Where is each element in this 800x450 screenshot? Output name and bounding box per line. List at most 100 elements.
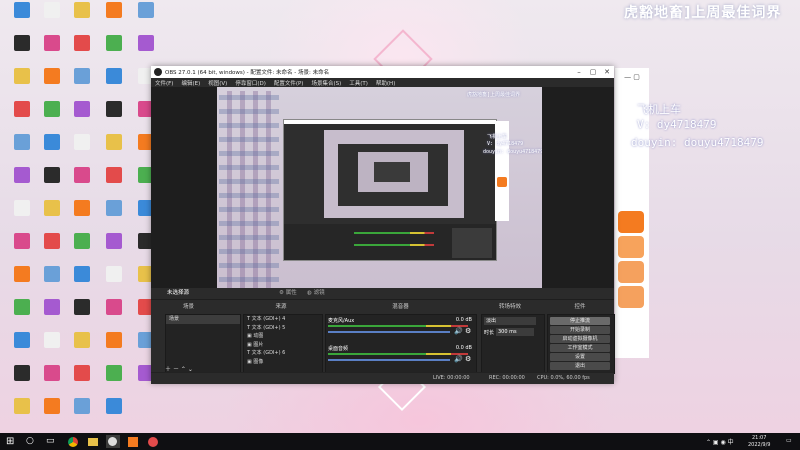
app-icon: [106, 35, 122, 51]
desktop-shortcut[interactable]: [96, 2, 132, 32]
desktop-shortcut[interactable]: [96, 233, 132, 263]
menu-tools[interactable]: 工具(T): [349, 79, 368, 87]
desktop-shortcut[interactable]: [96, 68, 132, 98]
overlay-line-2: V: dy4718479: [637, 118, 717, 131]
desktop-shortcut[interactable]: [96, 101, 132, 131]
menu-scene-collection[interactable]: 场景集合(S): [311, 79, 341, 87]
volume-slider[interactable]: [328, 359, 450, 361]
speaker-icon[interactable]: 🔊: [454, 327, 463, 335]
side-button[interactable]: [618, 286, 644, 308]
duration-input[interactable]: 300 ms: [496, 328, 534, 336]
virtual-camera-button[interactable]: 启动虚拟摄像机: [550, 335, 610, 343]
app-icon: [44, 134, 60, 150]
desktop-shortcut[interactable]: [128, 35, 164, 65]
clock-date[interactable]: 2022/9/9: [748, 442, 770, 448]
maximize-button[interactable]: ▢: [586, 68, 600, 76]
desktop-shortcut[interactable]: [64, 101, 100, 131]
tray-icons[interactable]: ⌃ ▣ ◉ 中: [706, 437, 734, 446]
app-icon: [44, 200, 60, 216]
volume-slider[interactable]: [328, 331, 450, 333]
source-item[interactable]: ▣ 动图: [244, 332, 322, 341]
search-icon[interactable]: ○: [26, 435, 40, 448]
source-item[interactable]: ▣ 图像: [244, 358, 322, 367]
start-button[interactable]: ⊞: [6, 435, 20, 448]
app-icon: [106, 299, 122, 315]
properties-button[interactable]: ⚙ 属性: [279, 288, 297, 299]
side-button-orange[interactable]: [618, 211, 644, 233]
app-icon: [14, 299, 30, 315]
desktop-shortcut[interactable]: [96, 167, 132, 197]
nested-overlay-line: 虎豁地畜]上周最佳词界: [467, 92, 521, 98]
gear-icon[interactable]: ⚙: [465, 355, 471, 363]
transitions-dock-header: 转场特效: [478, 302, 542, 313]
track-db: 0.0 dB: [455, 345, 472, 351]
app-icon: [138, 35, 154, 51]
desktop-shortcut[interactable]: [64, 365, 100, 395]
desktop-shortcut[interactable]: [128, 2, 164, 32]
chrome-icon[interactable]: [66, 435, 80, 448]
minimize-button[interactable]: –: [572, 68, 586, 76]
speaker-icon[interactable]: 🔊: [454, 355, 463, 363]
settings-button[interactable]: 设置: [550, 353, 610, 361]
menu-edit[interactable]: 编辑(E): [181, 79, 200, 87]
desktop-shortcut[interactable]: [96, 332, 132, 362]
obs-taskbar-icon[interactable]: [106, 435, 120, 448]
scene-item[interactable]: 场景: [166, 315, 240, 324]
desktop-shortcut[interactable]: [64, 167, 100, 197]
controls-dock-header: 控件: [546, 302, 614, 313]
side-button-home[interactable]: [618, 236, 644, 258]
desktop-shortcut[interactable]: [64, 299, 100, 329]
cpu-status: CPU: 0.0%, 60.00 fps: [537, 375, 590, 381]
app-icon: [14, 2, 30, 18]
desktop-shortcut[interactable]: [64, 332, 100, 362]
menu-docks[interactable]: 停靠窗口(D): [235, 79, 266, 87]
desktop-shortcut[interactable]: [64, 134, 100, 164]
notification-icon[interactable]: ▭: [786, 437, 792, 444]
desktop-shortcut[interactable]: [96, 299, 132, 329]
close-button[interactable]: ✕: [600, 68, 614, 76]
stop-streaming-button[interactable]: 停止推流: [550, 317, 610, 325]
obs-titlebar: OBS 27.0.1 (64 bit, windows) - 配置文件: 未命名…: [151, 66, 614, 78]
scenes-toolbar: ＋ － ⌃ ⌄: [165, 364, 239, 373]
menu-profile[interactable]: 配置文件(P): [274, 79, 304, 87]
desktop-shortcut[interactable]: [96, 200, 132, 230]
app-icon: [106, 134, 122, 150]
desktop-shortcut[interactable]: [96, 134, 132, 164]
start-recording-button[interactable]: 开始录制: [550, 326, 610, 334]
gear-icon[interactable]: ⚙: [465, 327, 471, 335]
menu-help[interactable]: 帮助(H): [376, 79, 395, 87]
desktop-shortcut[interactable]: [64, 233, 100, 263]
desktop-shortcut[interactable]: [96, 35, 132, 65]
menu-view[interactable]: 视图(V): [208, 79, 227, 87]
app-taskbar-icon[interactable]: [126, 435, 140, 448]
explorer-icon[interactable]: [86, 435, 100, 448]
desktop-shortcut[interactable]: [64, 2, 100, 32]
app-icon: [74, 266, 90, 282]
exit-button[interactable]: 退出: [550, 362, 610, 370]
desktop-shortcut[interactable]: [64, 398, 100, 428]
desktop-shortcut[interactable]: [96, 266, 132, 296]
task-view-icon[interactable]: ▭: [46, 435, 60, 448]
overlay-line-1: 飞机上车: [637, 103, 681, 116]
source-item[interactable]: ▣ 图片: [244, 341, 322, 350]
source-item[interactable]: T 文本 (GDI+) 5: [244, 324, 322, 333]
app-taskbar-icon[interactable]: [146, 435, 160, 448]
studio-mode-button[interactable]: 工作室模式: [550, 344, 610, 352]
side-button[interactable]: [618, 261, 644, 283]
properties-label: 属性: [285, 290, 297, 296]
desktop-shortcut[interactable]: [64, 35, 100, 65]
source-item[interactable]: T 文本 (GDI+) 4: [244, 315, 322, 324]
app-icon: [44, 233, 60, 249]
desktop-shortcut[interactable]: [64, 200, 100, 230]
desktop-shortcut[interactable]: [64, 266, 100, 296]
source-item[interactable]: T 文本 (GDI+) 6: [244, 349, 322, 358]
transition-select[interactable]: 淡出: [484, 317, 536, 325]
desktop-shortcut[interactable]: [96, 365, 132, 395]
clock-time[interactable]: 21:07: [752, 435, 766, 441]
menu-file[interactable]: 文件(F): [155, 79, 173, 87]
desktop-shortcut[interactable]: [96, 398, 132, 428]
filters-button[interactable]: ◍ 滤镜: [307, 288, 325, 299]
desktop-shortcut[interactable]: [64, 68, 100, 98]
track-name: 桌面音频: [328, 346, 349, 352]
ime-indicator[interactable]: 中: [728, 439, 734, 446]
